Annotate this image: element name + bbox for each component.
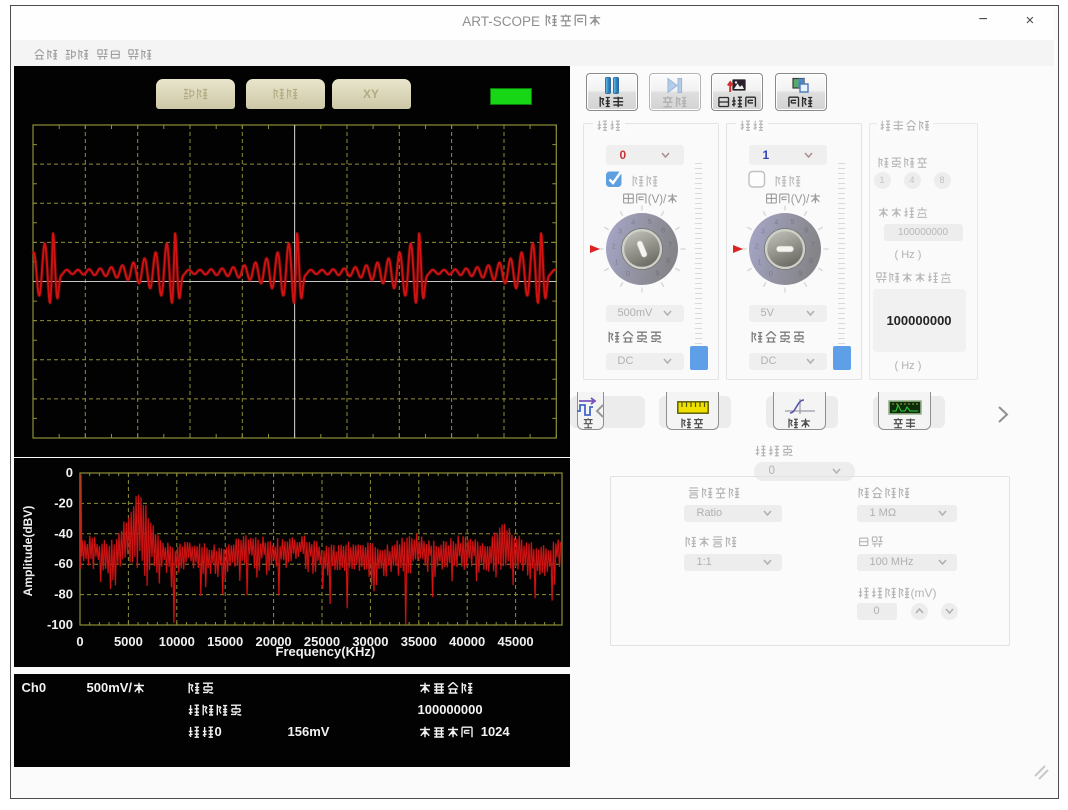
svg-text:45000: 45000	[497, 634, 533, 649]
svg-text:5: 5	[647, 217, 651, 226]
svg-text:0: 0	[65, 465, 72, 480]
svg-text:0: 0	[625, 269, 629, 278]
svg-text:1: 1	[757, 257, 761, 266]
svg-text:-20: -20	[54, 495, 73, 510]
svg-text:9: 9	[798, 268, 802, 277]
svg-text:8: 8	[808, 256, 812, 265]
svg-text:1: 1	[614, 257, 618, 266]
svg-text:9: 9	[655, 268, 659, 277]
svg-text:0: 0	[76, 634, 83, 649]
svg-text:6: 6	[804, 225, 808, 234]
svg-text:7: 7	[811, 240, 815, 249]
svg-text:40000: 40000	[449, 634, 485, 649]
svg-text:10000: 10000	[158, 634, 194, 649]
svg-text:4: 4	[774, 217, 778, 226]
svg-text:-100: -100	[46, 617, 72, 632]
svg-text:5000: 5000	[113, 634, 142, 649]
svg-text:3: 3	[760, 226, 764, 235]
svg-text:35000: 35000	[400, 634, 436, 649]
svg-text:2: 2	[754, 241, 758, 250]
svg-text:-60: -60	[54, 556, 73, 571]
svg-text:-80: -80	[54, 586, 73, 601]
svg-text:5: 5	[790, 217, 794, 226]
svg-text:2: 2	[611, 241, 615, 250]
svg-text:Amplitude(dBV): Amplitude(dBV)	[21, 505, 35, 596]
svg-text:0: 0	[768, 269, 772, 278]
svg-text:7: 7	[668, 240, 672, 249]
svg-text:-40: -40	[54, 525, 73, 540]
svg-text:6: 6	[661, 225, 665, 234]
svg-text:15000: 15000	[207, 634, 243, 649]
svg-text:3: 3	[617, 226, 621, 235]
svg-text:8: 8	[665, 256, 669, 265]
svg-text:4: 4	[631, 217, 635, 226]
